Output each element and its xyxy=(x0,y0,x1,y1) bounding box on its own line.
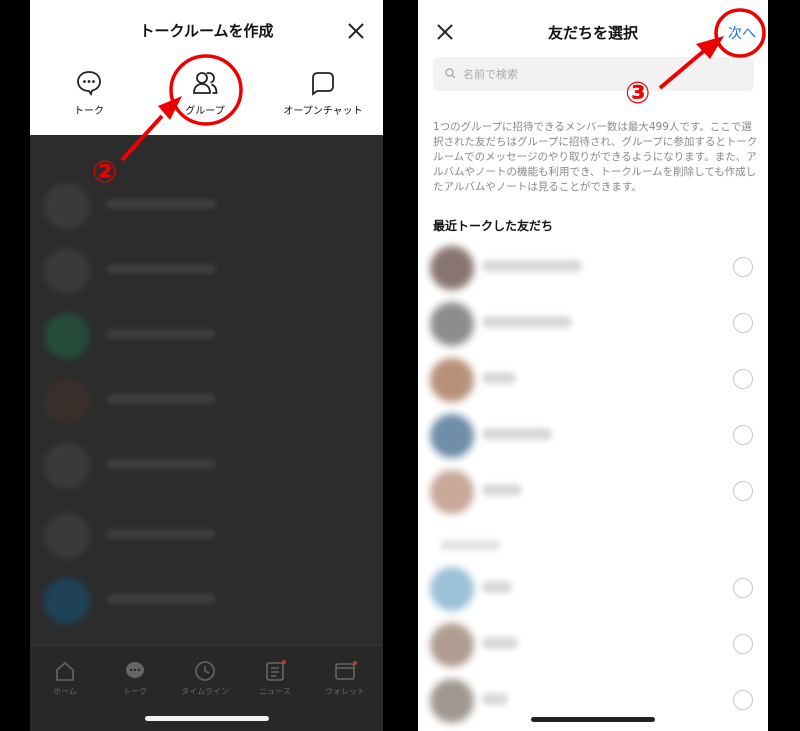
blurred-text xyxy=(106,329,216,339)
nav-timeline[interactable]: タイムライン xyxy=(170,660,240,697)
avatar xyxy=(44,183,90,229)
avatar xyxy=(44,578,90,624)
avatar xyxy=(430,623,474,667)
avatar xyxy=(44,313,90,359)
next-button[interactable]: 次へ xyxy=(728,23,756,43)
list-item[interactable] xyxy=(418,296,768,352)
select-radio[interactable] xyxy=(733,313,753,333)
home-indicator xyxy=(531,717,655,722)
avatar xyxy=(430,567,474,611)
select-radio[interactable] xyxy=(733,578,753,598)
nav-news[interactable]: ニュース xyxy=(240,660,310,697)
list-item xyxy=(30,435,383,497)
select-radio[interactable] xyxy=(733,634,753,654)
avatar xyxy=(430,358,474,402)
create-room-sheet: トークルームを作成 トーク グループ オープンチャット xyxy=(30,0,383,135)
search-icon xyxy=(445,68,456,79)
list-item xyxy=(30,570,383,632)
list-item xyxy=(30,505,383,567)
list-item xyxy=(30,370,383,432)
list-item[interactable] xyxy=(418,408,768,464)
blurred-text xyxy=(106,264,216,274)
chat-bubble-icon xyxy=(77,71,101,96)
page-title: 友だちを選択 xyxy=(547,24,638,42)
blurred-name xyxy=(482,372,516,384)
list-item xyxy=(30,240,383,302)
section-heading-recent: 最近トークした友だち xyxy=(433,219,554,233)
nav-news-label: ニュース xyxy=(259,687,291,696)
option-group[interactable]: グループ xyxy=(160,70,250,117)
group-notice-text: 1つのグループに招待できるメンバー数は最大499人です。ここで選択された友だちは… xyxy=(433,121,758,193)
blurred-text xyxy=(106,199,216,209)
blurred-text xyxy=(106,594,216,604)
avatar xyxy=(430,414,474,458)
close-icon[interactable] xyxy=(346,21,366,41)
avatar xyxy=(44,443,90,489)
home-indicator xyxy=(145,716,269,721)
list-item xyxy=(30,305,383,367)
blurred-text xyxy=(106,529,216,539)
list-item[interactable] xyxy=(418,240,768,296)
blurred-name xyxy=(482,637,518,649)
avatar xyxy=(44,513,90,559)
group-icon xyxy=(193,72,218,94)
option-group-label: グループ xyxy=(185,106,225,117)
option-talk-label: トーク xyxy=(74,106,104,117)
wallet-icon xyxy=(335,661,357,680)
nav-timeline-label: タイムライン xyxy=(181,687,229,696)
list-item[interactable] xyxy=(418,352,768,408)
list-item[interactable] xyxy=(418,617,768,673)
avatar xyxy=(44,248,90,294)
list-item xyxy=(30,175,383,237)
step-number-3: ③ xyxy=(625,76,651,111)
select-radio[interactable] xyxy=(733,690,753,710)
avatar xyxy=(430,302,474,346)
search-input[interactable] xyxy=(463,57,743,91)
home-icon xyxy=(56,661,74,681)
avatar xyxy=(430,246,474,290)
blurred-name xyxy=(482,484,522,496)
select-radio[interactable] xyxy=(733,257,753,277)
open-chat-icon xyxy=(312,72,334,96)
nav-home-label: ホーム xyxy=(53,687,77,696)
blurred-text xyxy=(106,394,216,404)
avatar xyxy=(430,470,474,514)
blurred-name xyxy=(482,260,582,272)
list-item[interactable] xyxy=(418,561,768,617)
select-radio[interactable] xyxy=(733,481,753,501)
blurred-text xyxy=(106,459,216,469)
search-bar xyxy=(433,57,754,91)
blurred-name xyxy=(482,693,508,705)
nav-home[interactable]: ホーム xyxy=(30,660,100,697)
blurred-section-heading xyxy=(440,540,500,550)
option-openchat-label: オープンチャット xyxy=(283,106,363,117)
blurred-name xyxy=(482,316,572,328)
select-radio[interactable] xyxy=(733,425,753,445)
list-item[interactable] xyxy=(418,464,768,520)
nav-talk[interactable]: トーク xyxy=(100,660,170,697)
nav-wallet[interactable]: ウォレット xyxy=(310,660,380,697)
avatar xyxy=(44,378,90,424)
blurred-name xyxy=(482,428,552,440)
right-phone-screen: 友だちを選択 次へ 1つのグループに招待できるメンバー数は最大499人です。ここ… xyxy=(418,0,768,731)
clock-icon xyxy=(195,661,215,681)
select-radio[interactable] xyxy=(733,369,753,389)
sheet-title: トークルームを作成 xyxy=(139,22,274,40)
step-number-2: ② xyxy=(92,155,118,190)
chat-icon xyxy=(126,662,144,678)
nav-talk-label: トーク xyxy=(123,687,147,696)
blurred-name xyxy=(482,581,512,593)
news-icon xyxy=(266,660,286,681)
option-talk[interactable]: トーク xyxy=(44,70,134,117)
avatar xyxy=(430,679,474,723)
left-phone-screen: トークルームを作成 トーク グループ オープンチャット ホーム トーク タイムラ… xyxy=(30,0,383,731)
nav-wallet-label: ウォレット xyxy=(325,687,365,696)
option-openchat[interactable]: オープンチャット xyxy=(278,70,368,117)
